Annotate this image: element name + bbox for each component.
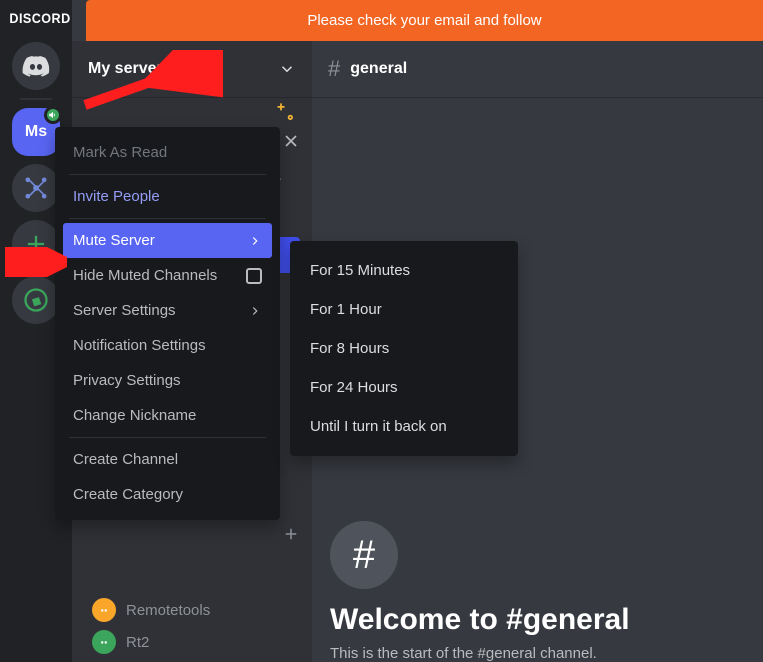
menu-hide-muted-channels[interactable]: Hide Muted Channels [63, 258, 272, 293]
channel-header: # general [312, 41, 763, 97]
server-name: My server [88, 60, 163, 78]
member-name: Remotetools [126, 602, 210, 619]
mute-15-min[interactable]: For 15 Minutes [300, 251, 508, 290]
plus-icon [282, 525, 300, 543]
voice-connected-badge [44, 106, 62, 124]
menu-invite-people[interactable]: Invite People [63, 179, 272, 214]
server-initials: Ms [25, 123, 47, 141]
plus-icon [22, 230, 50, 258]
avatar [92, 598, 116, 622]
hash-icon: # [328, 56, 340, 82]
menu-notification-settings[interactable]: Notification Settings [63, 328, 272, 363]
members-list: Remotetools Rt2 [92, 598, 210, 654]
speaker-icon [48, 110, 58, 120]
compass-icon [22, 286, 50, 314]
rail-separator [20, 98, 52, 100]
menu-label: Mark As Read [73, 144, 167, 161]
server-icon-active[interactable]: Ms [12, 108, 60, 156]
discord-wordmark: DISCORD [4, 2, 76, 34]
mute-until-off[interactable]: Until I turn it back on [300, 407, 508, 446]
menu-separator [69, 174, 266, 175]
chevron-right-icon [248, 234, 262, 248]
close-button[interactable] [281, 131, 301, 156]
menu-mute-server[interactable]: Mute Server [63, 223, 272, 258]
channel-icon-large: # [330, 521, 398, 589]
server-name-dropdown[interactable]: My server [72, 41, 312, 97]
menu-privacy-settings[interactable]: Privacy Settings [63, 363, 272, 398]
welcome-title: Welcome to #general [330, 603, 763, 637]
server-context-menu: Mark As Read Invite People Mute Server H… [55, 127, 280, 520]
mute-8-hours[interactable]: For 8 Hours [300, 329, 508, 368]
member-row[interactable]: Remotetools [92, 598, 210, 622]
mute-duration-submenu: For 15 Minutes For 1 Hour For 8 Hours Fo… [290, 241, 518, 456]
menu-change-nickname[interactable]: Change Nickname [63, 398, 272, 433]
discord-logo-icon [97, 635, 111, 649]
checkbox-empty-icon [246, 268, 262, 284]
server-icon-2[interactable] [12, 164, 60, 212]
menu-separator [69, 218, 266, 219]
menu-create-channel[interactable]: Create Channel [63, 442, 272, 477]
menu-mark-as-read[interactable]: Mark As Read [63, 135, 272, 170]
menu-label: Invite People [73, 188, 160, 205]
menu-label: Create Category [73, 486, 183, 503]
hub-icon [22, 174, 50, 202]
welcome-subtitle: This is the start of the #general channe… [330, 645, 763, 662]
close-icon [281, 131, 301, 151]
add-server-button[interactable] [12, 220, 60, 268]
menu-create-category[interactable]: Create Category [63, 477, 272, 512]
avatar [92, 630, 116, 654]
home-button[interactable] [12, 42, 60, 90]
menu-label: Hide Muted Channels [73, 267, 217, 284]
menu-label: Mute Server [73, 232, 155, 249]
menu-label: Privacy Settings [73, 372, 181, 389]
menu-server-settings[interactable]: Server Settings [63, 293, 272, 328]
channel-name: general [350, 60, 407, 78]
discord-logo-icon [22, 52, 50, 80]
menu-label: Change Nickname [73, 407, 196, 424]
menu-separator [69, 437, 266, 438]
welcome-block: # Welcome to #general This is the start … [330, 521, 763, 662]
add-category-button[interactable] [282, 525, 300, 548]
menu-label: Create Channel [73, 451, 178, 468]
discord-logo-icon [97, 603, 111, 617]
explore-servers-button[interactable] [12, 276, 60, 324]
chevron-down-icon [278, 60, 296, 78]
member-name: Rt2 [126, 634, 149, 651]
member-row[interactable]: Rt2 [92, 630, 210, 654]
email-verification-banner[interactable]: Please check your email and follow [86, 0, 763, 41]
menu-label: Notification Settings [73, 337, 206, 354]
mute-1-hour[interactable]: For 1 Hour [300, 290, 508, 329]
chevron-right-icon [248, 304, 262, 318]
sparkle-decoration [274, 101, 302, 129]
mute-24-hours[interactable]: For 24 Hours [300, 368, 508, 407]
menu-label: Server Settings [73, 302, 176, 319]
